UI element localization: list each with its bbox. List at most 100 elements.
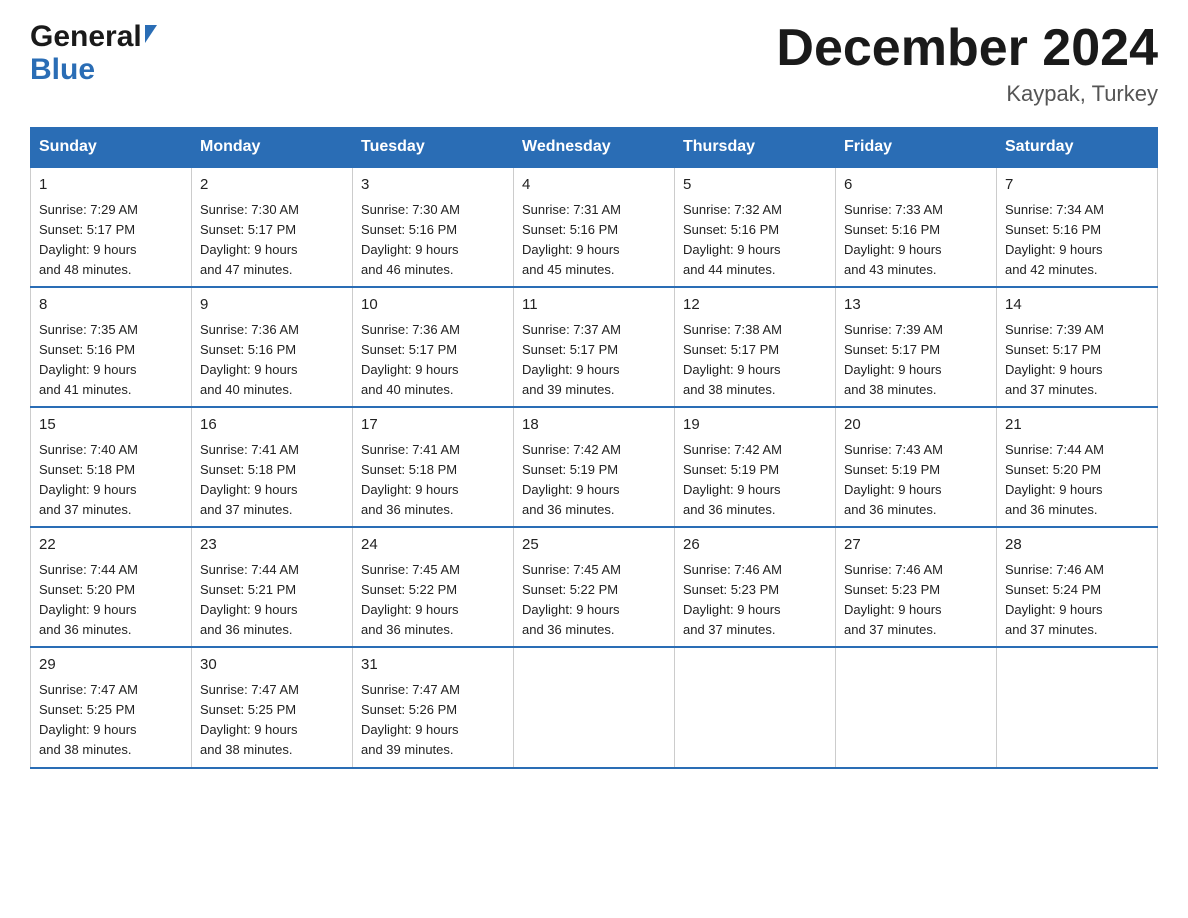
day-info: Sunrise: 7:45 AMSunset: 5:22 PMDaylight:… — [522, 562, 621, 637]
logo-general: General — [30, 20, 157, 53]
day-info: Sunrise: 7:42 AMSunset: 5:19 PMDaylight:… — [522, 442, 621, 517]
day-info: Sunrise: 7:32 AMSunset: 5:16 PMDaylight:… — [683, 202, 782, 277]
calendar-cell — [997, 647, 1158, 767]
day-number: 2 — [200, 174, 344, 197]
calendar-cell: 14 Sunrise: 7:39 AMSunset: 5:17 PMDaylig… — [997, 287, 1158, 407]
day-info: Sunrise: 7:35 AMSunset: 5:16 PMDaylight:… — [39, 322, 138, 397]
day-number: 28 — [1005, 534, 1149, 557]
day-number: 4 — [522, 174, 666, 197]
day-number: 23 — [200, 534, 344, 557]
day-info: Sunrise: 7:43 AMSunset: 5:19 PMDaylight:… — [844, 442, 943, 517]
day-number: 11 — [522, 294, 666, 317]
calendar-cell: 2 Sunrise: 7:30 AMSunset: 5:17 PMDayligh… — [192, 167, 353, 287]
day-info: Sunrise: 7:33 AMSunset: 5:16 PMDaylight:… — [844, 202, 943, 277]
day-info: Sunrise: 7:38 AMSunset: 5:17 PMDaylight:… — [683, 322, 782, 397]
calendar-cell: 21 Sunrise: 7:44 AMSunset: 5:20 PMDaylig… — [997, 407, 1158, 527]
day-number: 5 — [683, 174, 827, 197]
calendar-cell: 27 Sunrise: 7:46 AMSunset: 5:23 PMDaylig… — [836, 527, 997, 647]
calendar-table: SundayMondayTuesdayWednesdayThursdayFrid… — [30, 127, 1158, 768]
day-number: 21 — [1005, 414, 1149, 437]
calendar-cell: 31 Sunrise: 7:47 AMSunset: 5:26 PMDaylig… — [353, 647, 514, 767]
calendar-cell: 16 Sunrise: 7:41 AMSunset: 5:18 PMDaylig… — [192, 407, 353, 527]
day-number: 14 — [1005, 294, 1149, 317]
day-info: Sunrise: 7:44 AMSunset: 5:20 PMDaylight:… — [39, 562, 138, 637]
weekday-header-sunday: Sunday — [31, 128, 192, 168]
calendar-cell: 24 Sunrise: 7:45 AMSunset: 5:22 PMDaylig… — [353, 527, 514, 647]
calendar-cell: 8 Sunrise: 7:35 AMSunset: 5:16 PMDayligh… — [31, 287, 192, 407]
day-info: Sunrise: 7:41 AMSunset: 5:18 PMDaylight:… — [361, 442, 460, 517]
day-info: Sunrise: 7:42 AMSunset: 5:19 PMDaylight:… — [683, 442, 782, 517]
day-info: Sunrise: 7:36 AMSunset: 5:16 PMDaylight:… — [200, 322, 299, 397]
calendar-cell: 30 Sunrise: 7:47 AMSunset: 5:25 PMDaylig… — [192, 647, 353, 767]
weekday-header-wednesday: Wednesday — [514, 128, 675, 168]
day-number: 27 — [844, 534, 988, 557]
calendar-cell: 7 Sunrise: 7:34 AMSunset: 5:16 PMDayligh… — [997, 167, 1158, 287]
day-number: 10 — [361, 294, 505, 317]
weekday-header-friday: Friday — [836, 128, 997, 168]
day-info: Sunrise: 7:46 AMSunset: 5:23 PMDaylight:… — [844, 562, 943, 637]
day-number: 1 — [39, 174, 183, 197]
day-number: 18 — [522, 414, 666, 437]
location: Kaypak, Turkey — [776, 81, 1158, 107]
calendar-cell: 22 Sunrise: 7:44 AMSunset: 5:20 PMDaylig… — [31, 527, 192, 647]
day-number: 29 — [39, 654, 183, 677]
day-number: 7 — [1005, 174, 1149, 197]
weekday-header-row: SundayMondayTuesdayWednesdayThursdayFrid… — [31, 128, 1158, 168]
calendar-cell: 23 Sunrise: 7:44 AMSunset: 5:21 PMDaylig… — [192, 527, 353, 647]
calendar-cell: 28 Sunrise: 7:46 AMSunset: 5:24 PMDaylig… — [997, 527, 1158, 647]
day-number: 19 — [683, 414, 827, 437]
calendar-cell: 13 Sunrise: 7:39 AMSunset: 5:17 PMDaylig… — [836, 287, 997, 407]
calendar-cell: 15 Sunrise: 7:40 AMSunset: 5:18 PMDaylig… — [31, 407, 192, 527]
day-number: 31 — [361, 654, 505, 677]
day-info: Sunrise: 7:31 AMSunset: 5:16 PMDaylight:… — [522, 202, 621, 277]
day-info: Sunrise: 7:30 AMSunset: 5:17 PMDaylight:… — [200, 202, 299, 277]
day-info: Sunrise: 7:36 AMSunset: 5:17 PMDaylight:… — [361, 322, 460, 397]
calendar-cell: 17 Sunrise: 7:41 AMSunset: 5:18 PMDaylig… — [353, 407, 514, 527]
day-number: 8 — [39, 294, 183, 317]
calendar-cell: 29 Sunrise: 7:47 AMSunset: 5:25 PMDaylig… — [31, 647, 192, 767]
calendar-cell — [836, 647, 997, 767]
day-number: 22 — [39, 534, 183, 557]
day-info: Sunrise: 7:47 AMSunset: 5:25 PMDaylight:… — [39, 682, 138, 757]
calendar-cell: 5 Sunrise: 7:32 AMSunset: 5:16 PMDayligh… — [675, 167, 836, 287]
day-number: 16 — [200, 414, 344, 437]
day-number: 30 — [200, 654, 344, 677]
calendar-cell: 10 Sunrise: 7:36 AMSunset: 5:17 PMDaylig… — [353, 287, 514, 407]
day-info: Sunrise: 7:41 AMSunset: 5:18 PMDaylight:… — [200, 442, 299, 517]
day-info: Sunrise: 7:37 AMSunset: 5:17 PMDaylight:… — [522, 322, 621, 397]
day-number: 17 — [361, 414, 505, 437]
day-info: Sunrise: 7:44 AMSunset: 5:21 PMDaylight:… — [200, 562, 299, 637]
title-area: December 2024 Kaypak, Turkey — [776, 20, 1158, 107]
logo-blue-text: Blue — [30, 53, 157, 86]
day-number: 25 — [522, 534, 666, 557]
day-info: Sunrise: 7:30 AMSunset: 5:16 PMDaylight:… — [361, 202, 460, 277]
day-number: 9 — [200, 294, 344, 317]
calendar-cell: 1 Sunrise: 7:29 AMSunset: 5:17 PMDayligh… — [31, 167, 192, 287]
calendar-week-3: 15 Sunrise: 7:40 AMSunset: 5:18 PMDaylig… — [31, 407, 1158, 527]
weekday-header-monday: Monday — [192, 128, 353, 168]
weekday-header-thursday: Thursday — [675, 128, 836, 168]
day-info: Sunrise: 7:45 AMSunset: 5:22 PMDaylight:… — [361, 562, 460, 637]
calendar-cell: 6 Sunrise: 7:33 AMSunset: 5:16 PMDayligh… — [836, 167, 997, 287]
day-number: 3 — [361, 174, 505, 197]
calendar-cell: 4 Sunrise: 7:31 AMSunset: 5:16 PMDayligh… — [514, 167, 675, 287]
day-number: 20 — [844, 414, 988, 437]
calendar-cell: 9 Sunrise: 7:36 AMSunset: 5:16 PMDayligh… — [192, 287, 353, 407]
calendar-cell: 3 Sunrise: 7:30 AMSunset: 5:16 PMDayligh… — [353, 167, 514, 287]
day-info: Sunrise: 7:47 AMSunset: 5:26 PMDaylight:… — [361, 682, 460, 757]
calendar-cell: 19 Sunrise: 7:42 AMSunset: 5:19 PMDaylig… — [675, 407, 836, 527]
calendar-cell: 25 Sunrise: 7:45 AMSunset: 5:22 PMDaylig… — [514, 527, 675, 647]
day-info: Sunrise: 7:46 AMSunset: 5:24 PMDaylight:… — [1005, 562, 1104, 637]
calendar-cell: 18 Sunrise: 7:42 AMSunset: 5:19 PMDaylig… — [514, 407, 675, 527]
day-info: Sunrise: 7:39 AMSunset: 5:17 PMDaylight:… — [1005, 322, 1104, 397]
calendar-cell: 26 Sunrise: 7:46 AMSunset: 5:23 PMDaylig… — [675, 527, 836, 647]
weekday-header-tuesday: Tuesday — [353, 128, 514, 168]
logo-triangle-icon — [145, 25, 157, 43]
day-number: 6 — [844, 174, 988, 197]
day-info: Sunrise: 7:47 AMSunset: 5:25 PMDaylight:… — [200, 682, 299, 757]
month-title: December 2024 — [776, 20, 1158, 77]
calendar-cell: 20 Sunrise: 7:43 AMSunset: 5:19 PMDaylig… — [836, 407, 997, 527]
calendar-cell — [675, 647, 836, 767]
page-header: General Blue December 2024 Kaypak, Turke… — [30, 20, 1158, 107]
day-info: Sunrise: 7:34 AMSunset: 5:16 PMDaylight:… — [1005, 202, 1104, 277]
